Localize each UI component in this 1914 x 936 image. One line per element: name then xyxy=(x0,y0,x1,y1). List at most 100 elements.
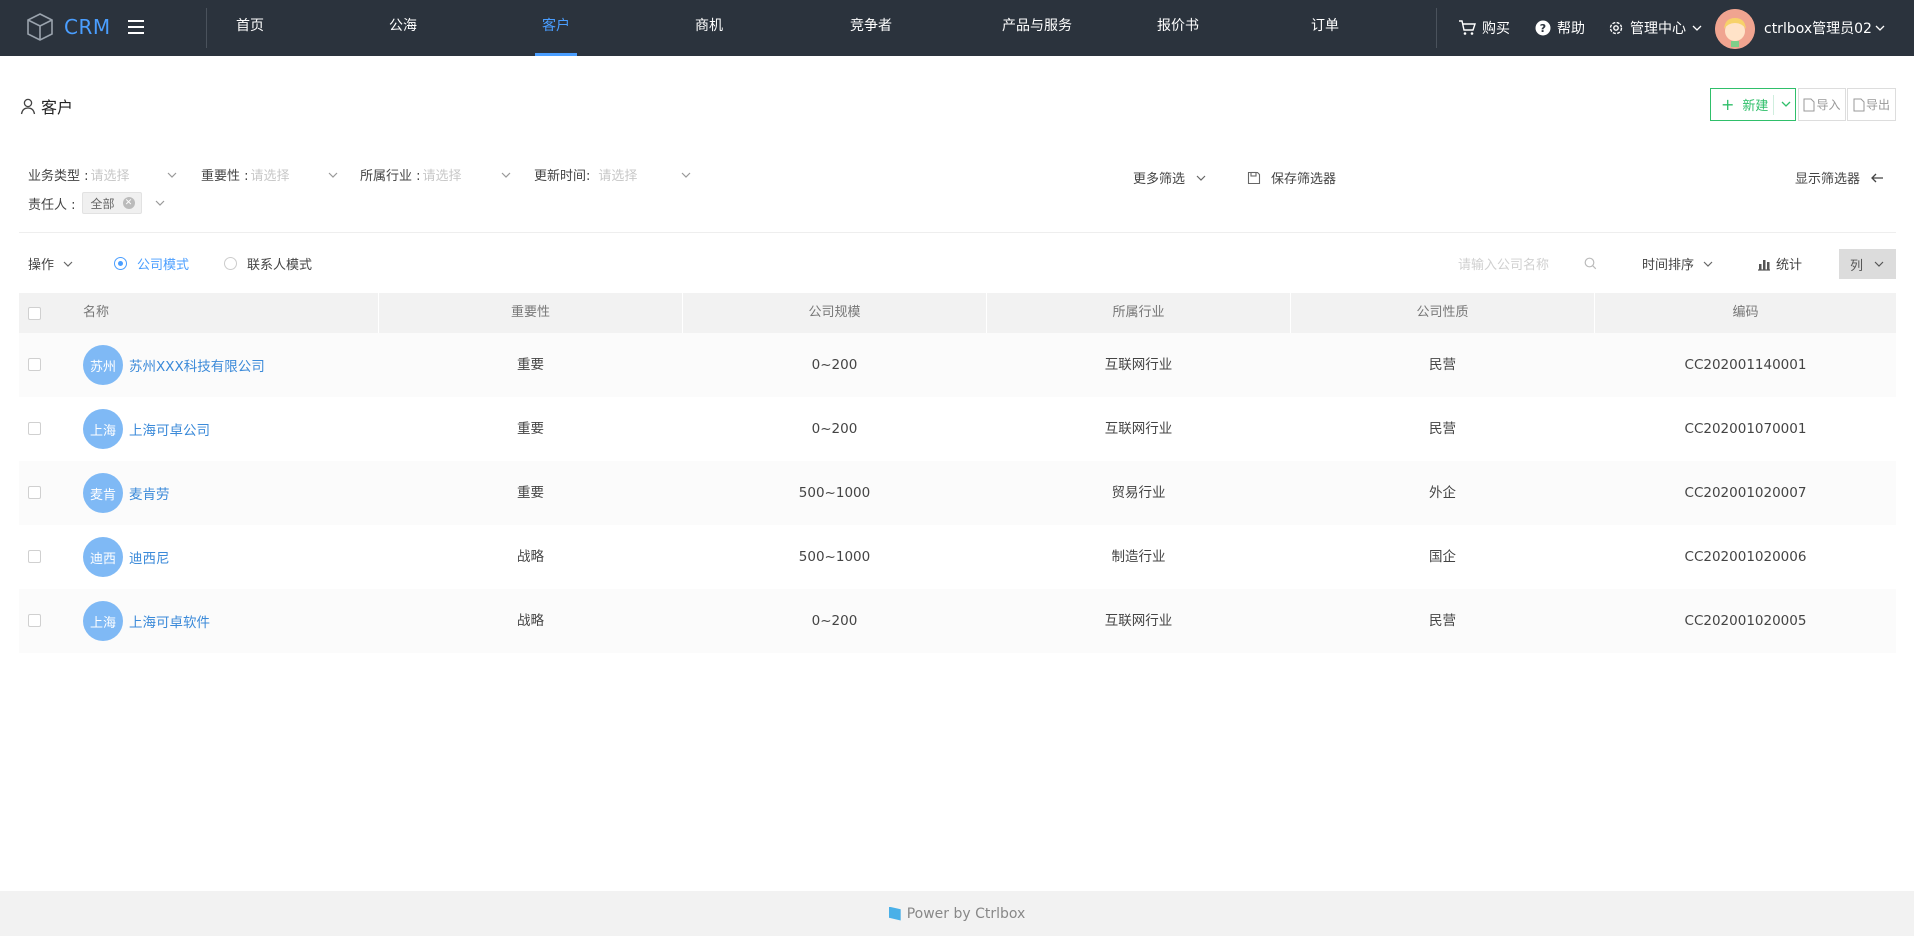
new-button-label: 新建 xyxy=(1742,99,1769,114)
search-icon[interactable] xyxy=(1584,257,1597,270)
filter-industry-placeholder: 请选择 xyxy=(422,169,462,184)
nav-item-competitors[interactable]: 竞争者 xyxy=(840,0,902,56)
top-navbar: CRM 首页 公海 客户 商机 竞争者 产品与服务 报价书 订单 购买 ? 帮助… xyxy=(0,0,1914,56)
operate-dropdown[interactable]: 操作 xyxy=(28,254,74,273)
filter-business-type-placeholder: 请选择 xyxy=(90,169,130,184)
filter-importance-placeholder: 请选择 xyxy=(250,169,290,184)
stats-button[interactable]: 统计 xyxy=(1757,254,1802,273)
app-logo[interactable]: CRM xyxy=(26,12,111,42)
filter-business-type[interactable]: 业务类型 : 请选择 xyxy=(28,165,180,184)
company-avatar: 上海 xyxy=(83,409,123,449)
company-name-link[interactable]: 迪西尼 xyxy=(129,547,170,567)
filter-importance[interactable]: 重要性 : 请选择 xyxy=(201,165,341,184)
filter-owner[interactable]: 责任人 : 全部 ✕ xyxy=(28,192,178,214)
svg-text:?: ? xyxy=(1540,22,1546,35)
table-row[interactable]: 迪西 迪西尼 战略 500~1000 制造行业 国企 CC20200102000… xyxy=(19,525,1896,589)
buy-link[interactable]: 购买 xyxy=(1458,0,1510,56)
save-filter-button[interactable]: 保存筛选器 xyxy=(1247,168,1336,187)
company-name-link[interactable]: 上海可卓软件 xyxy=(129,611,210,631)
row-checkbox[interactable] xyxy=(28,486,41,499)
cell-code: CC202001020006 xyxy=(1684,549,1807,565)
row-checkbox[interactable] xyxy=(28,422,41,435)
cell-code: CC202001020007 xyxy=(1684,485,1807,501)
header-importance[interactable]: 重要性 xyxy=(379,293,682,333)
chevron-down-icon[interactable] xyxy=(1779,97,1793,111)
row-checkbox[interactable] xyxy=(28,358,41,371)
columns-button[interactable]: 列 xyxy=(1839,249,1896,279)
user-icon xyxy=(20,98,36,115)
admin-center-menu[interactable]: 管理中心 xyxy=(1608,0,1709,56)
table-row[interactable]: 麦肯 麦肯劳 重要 500~1000 贸易行业 外企 CC20200102000… xyxy=(19,461,1896,525)
chevron-down-icon xyxy=(681,172,691,178)
export-label: 导出 xyxy=(1865,98,1890,112)
nav-item-customers[interactable]: 客户 xyxy=(528,0,584,56)
export-button[interactable]: 导出 xyxy=(1847,88,1896,121)
stats-label: 统计 xyxy=(1776,258,1803,273)
page-title-text: 客户 xyxy=(41,98,74,117)
header-code[interactable]: 编码 xyxy=(1595,293,1896,333)
filter-industry[interactable]: 所属行业 : 请选择 xyxy=(360,165,515,184)
more-filters-button[interactable]: 更多筛选 xyxy=(1133,168,1207,187)
table-row[interactable]: 苏州 苏州XXX科技有限公司 重要 0~200 互联网行业 民营 CC20200… xyxy=(19,333,1896,397)
more-filters-label: 更多筛选 xyxy=(1133,172,1186,187)
show-filters-label: 显示筛选器 xyxy=(1795,172,1861,187)
nav-divider-right xyxy=(1436,8,1437,48)
nav-item-orders[interactable]: 订单 xyxy=(1297,0,1353,56)
cell-nature: 外企 xyxy=(1429,485,1456,501)
table-row[interactable]: 上海 上海可卓软件 战略 0~200 互联网行业 民营 CC2020010200… xyxy=(19,589,1896,653)
mode-contact-radio[interactable]: 联系人模式 xyxy=(224,254,312,273)
ctrlbox-logo-icon xyxy=(888,906,901,921)
search-input[interactable]: 请输入公司名称 xyxy=(1458,254,1549,273)
filter-updated-time-label: 更新时间: xyxy=(534,169,591,184)
user-avatar[interactable] xyxy=(1715,9,1755,49)
show-filters-button[interactable]: 显示筛选器 xyxy=(1795,168,1884,187)
cell-nature: 民营 xyxy=(1429,613,1456,629)
header-name[interactable]: 名称 xyxy=(83,293,109,333)
chevron-down-icon xyxy=(1196,175,1206,181)
cell-industry: 互联网行业 xyxy=(1104,421,1173,437)
user-menu[interactable]: ctrlbox管理员02 xyxy=(1764,0,1892,56)
nav-item-quotations[interactable]: 报价书 xyxy=(1148,0,1208,56)
nav-item-public-sea[interactable]: 公海 xyxy=(375,0,431,56)
gear-icon xyxy=(1609,21,1623,35)
new-button[interactable]: + 新建 xyxy=(1710,88,1796,121)
company-name-link[interactable]: 上海可卓公司 xyxy=(129,419,210,439)
header-industry[interactable]: 所属行业 xyxy=(987,293,1290,333)
row-checkbox[interactable] xyxy=(28,550,41,563)
table-row[interactable]: 上海 上海可卓公司 重要 0~200 互联网行业 民营 CC2020010700… xyxy=(19,397,1896,461)
close-icon[interactable]: ✕ xyxy=(122,197,135,209)
select-all-checkbox[interactable] xyxy=(28,307,41,320)
menu-toggle-icon[interactable] xyxy=(126,17,146,37)
company-name-link[interactable]: 麦肯劳 xyxy=(129,483,170,503)
chevron-down-icon xyxy=(167,172,177,178)
table-body: 苏州 苏州XXX科技有限公司 重要 0~200 互联网行业 民营 CC20200… xyxy=(19,333,1896,653)
owner-tag[interactable]: 全部 ✕ xyxy=(81,192,142,214)
mode-company-label: 公司模式 xyxy=(137,258,190,273)
chevron-down-icon xyxy=(155,200,164,206)
file-import-icon xyxy=(1803,98,1815,111)
cell-industry: 贸易行业 xyxy=(1111,485,1166,501)
company-search-field[interactable]: 请输入公司名称 xyxy=(1458,252,1600,274)
mode-contact-label: 联系人模式 xyxy=(247,258,313,273)
row-checkbox[interactable] xyxy=(28,614,41,627)
filter-updated-time[interactable]: 更新时间: 请选择 xyxy=(534,165,694,184)
nav-item-products[interactable]: 产品与服务 xyxy=(996,0,1078,56)
sort-time-dropdown[interactable]: 时间排序 xyxy=(1642,254,1714,273)
name-cell: 苏州 苏州XXX科技有限公司 xyxy=(83,345,265,385)
footer-text: Power by Ctrlbox xyxy=(906,905,1026,922)
cart-icon xyxy=(1459,20,1476,35)
new-button-divider xyxy=(1773,95,1774,115)
help-link[interactable]: ? 帮助 xyxy=(1535,0,1585,56)
nav-item-opportunities[interactable]: 商机 xyxy=(681,0,737,56)
columns-label: 列 xyxy=(1850,258,1864,274)
company-name-link[interactable]: 苏州XXX科技有限公司 xyxy=(129,355,265,375)
company-avatar: 苏州 xyxy=(83,345,123,385)
customer-table: 名称 重要性 公司规模 所属行业 公司性质 编码 苏州 苏州XXX科技有限公司 … xyxy=(19,293,1896,653)
header-company-nature[interactable]: 公司性质 xyxy=(1291,293,1594,333)
import-button[interactable]: 导入 xyxy=(1798,88,1846,121)
arrow-left-icon xyxy=(1871,173,1884,182)
mode-company-radio[interactable]: 公司模式 xyxy=(114,254,189,273)
header-company-scale[interactable]: 公司规模 xyxy=(683,293,986,333)
nav-item-home[interactable]: 首页 xyxy=(222,0,278,56)
cell-code: CC202001140001 xyxy=(1684,357,1807,373)
